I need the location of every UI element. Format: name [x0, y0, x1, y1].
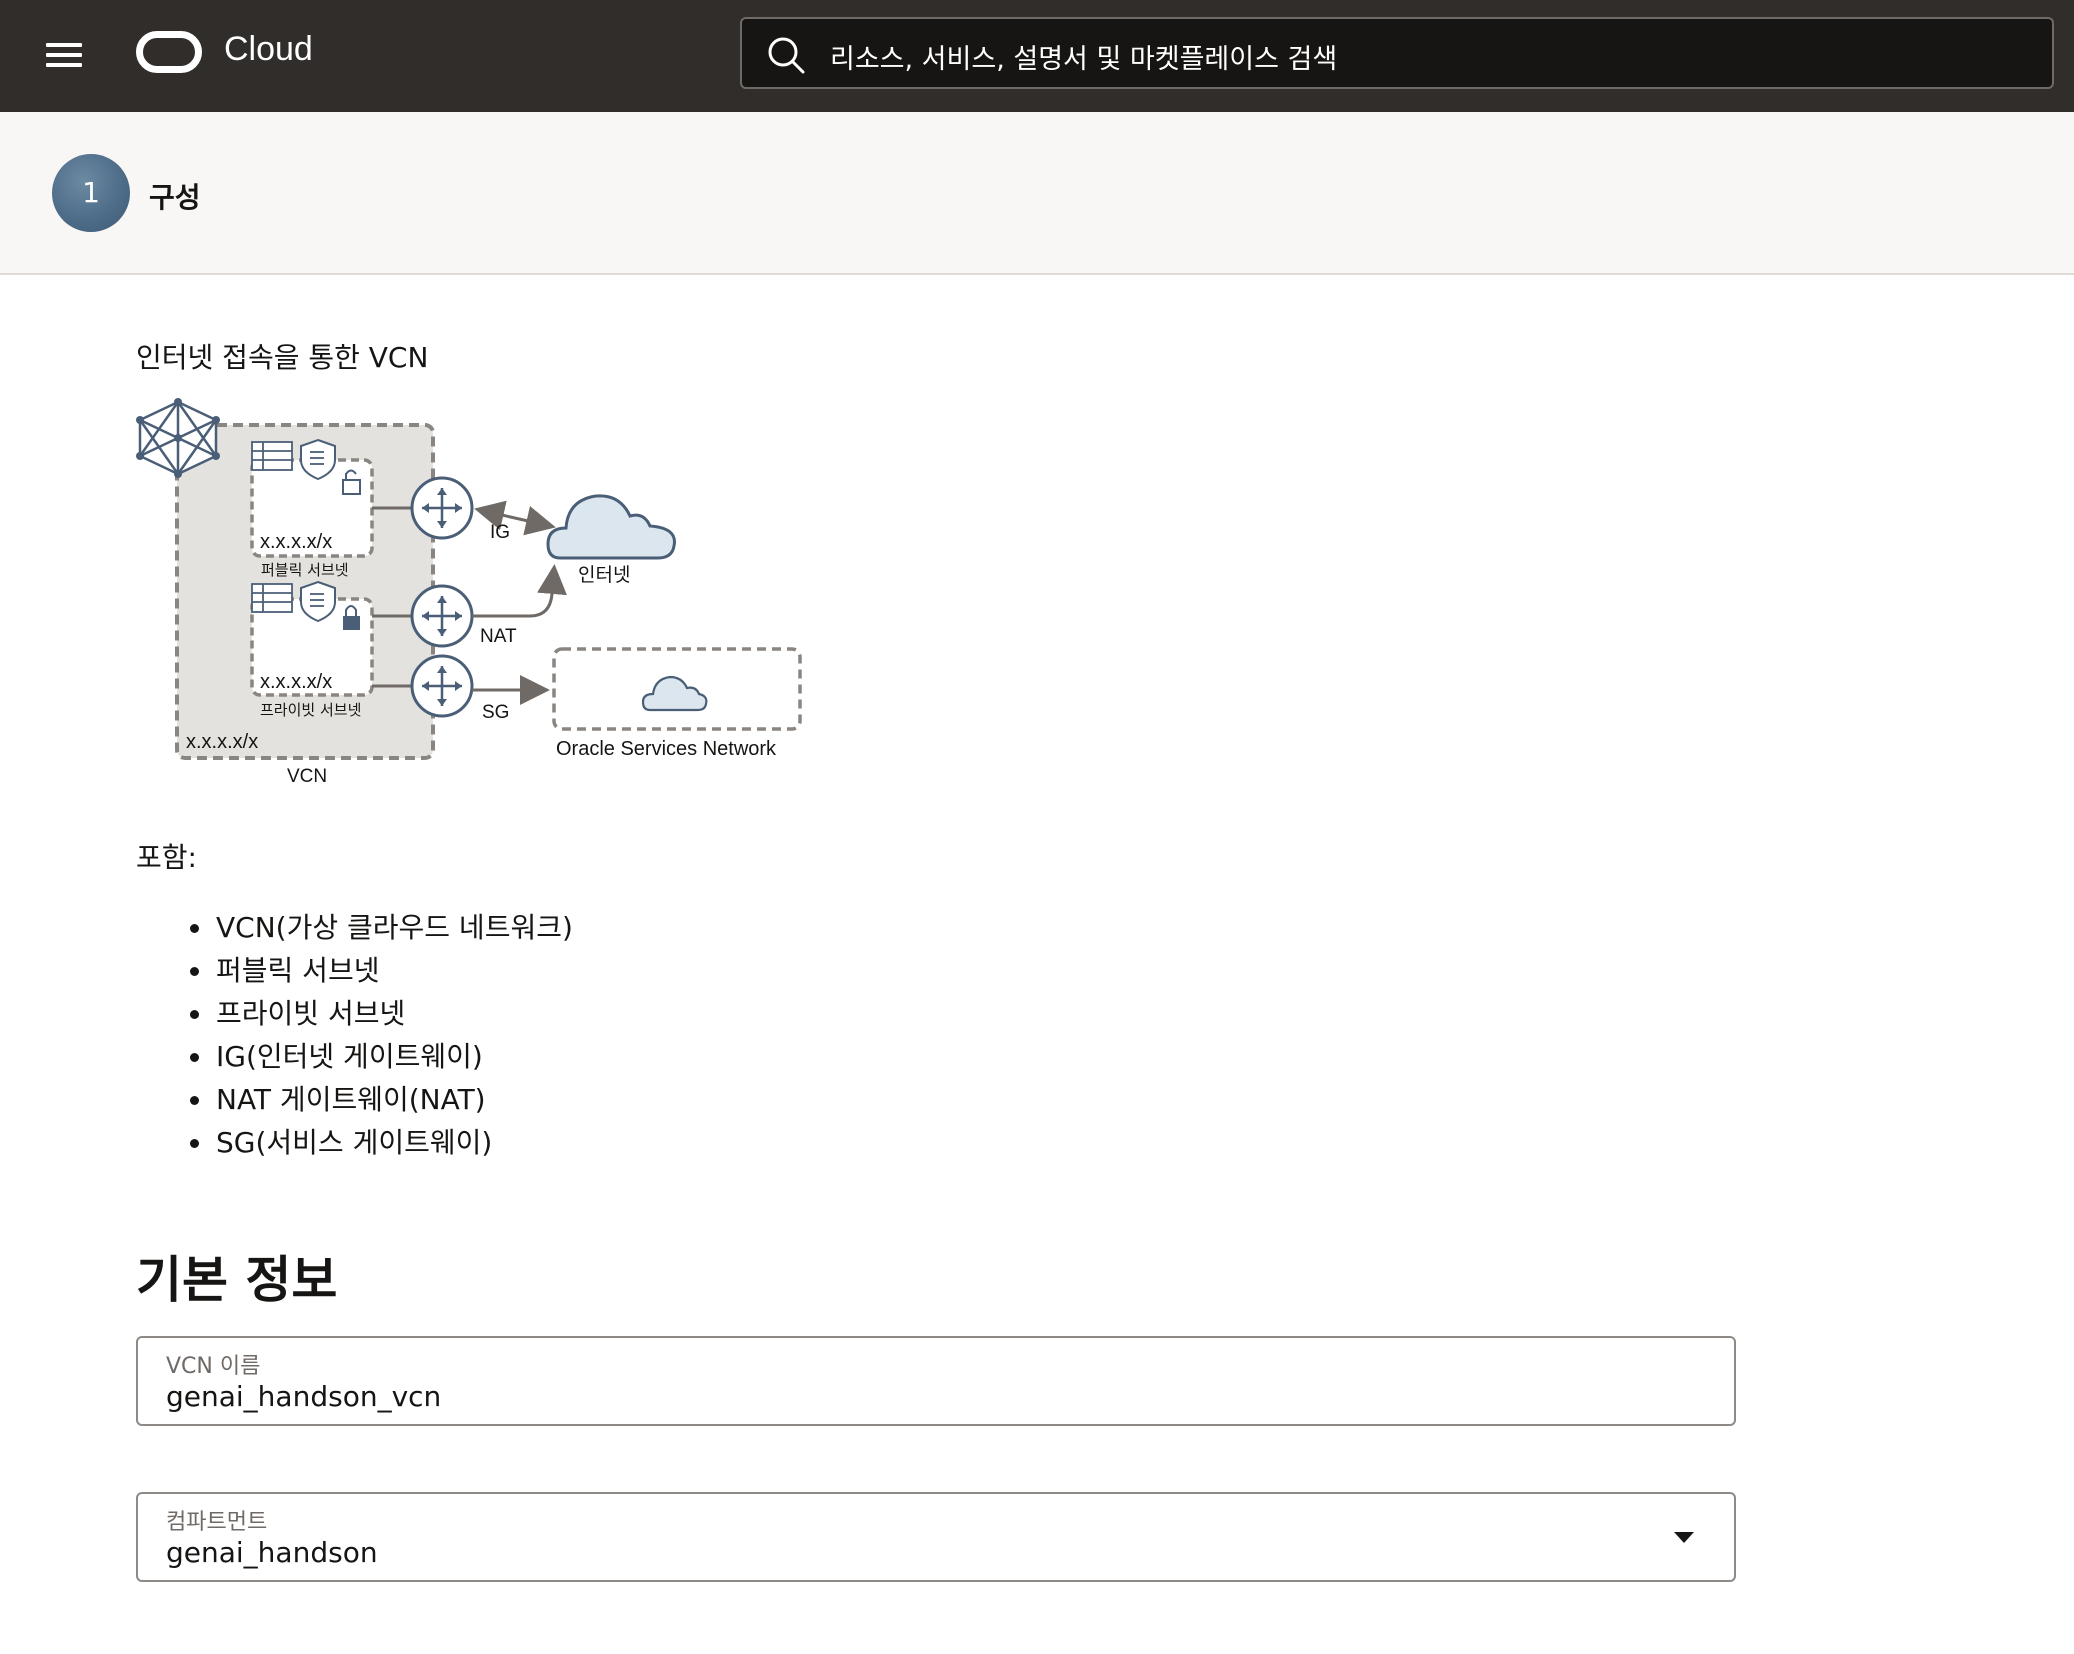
step-number-badge: 1 [52, 154, 130, 232]
internet-cloud-icon [546, 494, 676, 560]
vcn-architecture-diagram: x.x.x.x/x 퍼블릭 서브넷 x.x.x.x/x 프라이빗 서브넷 x.x… [136, 398, 802, 787]
search-placeholder: 리소스, 서비스, 설명서 및 마켓플레이스 검색 [830, 44, 1338, 75]
search-icon [768, 37, 805, 74]
ig-label: IG [490, 522, 510, 543]
list-item: IG(인터넷 게이트웨이) [190, 1035, 573, 1078]
nat-label: NAT [480, 626, 517, 647]
compartment-label: 컴파트먼트 [166, 1510, 268, 1535]
basic-info-heading: 기본 정보 [136, 1251, 338, 1309]
top-navigation-bar: Cloud 리소스, 서비스, 설명서 및 마켓플레이스 검색 [0, 0, 2074, 112]
route-table-icon [251, 441, 293, 471]
includes-list: VCN(가상 클라우드 네트워크) 퍼블릭 서브넷 프라이빗 서브넷 IG(인터… [190, 906, 573, 1164]
public-subnet-cidr: x.x.x.x/x [260, 531, 332, 553]
private-subnet-cidr: x.x.x.x/x [260, 671, 332, 693]
vcn-name-value[interactable]: genai_handson_vcn [166, 1380, 441, 1413]
search-input[interactable]: 리소스, 서비스, 설명서 및 마켓플레이스 검색 [740, 17, 2054, 89]
public-subnet-label: 퍼블릭 서브넷 [261, 561, 349, 579]
list-item: VCN(가상 클라우드 네트워크) [190, 906, 573, 949]
list-item: 프라이빗 서브넷 [190, 992, 573, 1035]
vcn-cidr: x.x.x.x/x [186, 731, 258, 753]
step-header: 1 구성 [0, 112, 2074, 275]
includes-label: 포함: [136, 841, 197, 874]
private-subnet-label: 프라이빗 서브넷 [260, 701, 361, 719]
brand-name[interactable]: Cloud [224, 30, 313, 69]
internet-gateway-icon [410, 476, 474, 540]
diagram-title: 인터넷 접속을 통한 VCN [136, 341, 429, 374]
osn-label: Oracle Services Network [556, 738, 777, 760]
list-item: 퍼블릭 서브넷 [190, 949, 573, 992]
sg-label: SG [482, 702, 509, 723]
compartment-value: genai_handson [166, 1536, 378, 1569]
vcn-label: VCN [287, 766, 327, 787]
step-label: 구성 [149, 181, 201, 214]
nat-gateway-icon [410, 584, 474, 648]
internet-label: 인터넷 [578, 564, 630, 586]
service-gateway-icon [410, 654, 474, 718]
menu-icon[interactable] [46, 40, 82, 70]
oracle-logo-icon[interactable] [136, 31, 202, 73]
list-item: SG(서비스 게이트웨이) [190, 1121, 573, 1164]
compartment-select[interactable]: 컴파트먼트 genai_handson [136, 1492, 1736, 1582]
vcn-name-label: VCN 이름 [166, 1354, 261, 1379]
chevron-down-icon[interactable] [1674, 1532, 1694, 1543]
list-item: NAT 게이트웨이(NAT) [190, 1078, 573, 1121]
vcn-name-field[interactable]: VCN 이름 genai_handson_vcn [136, 1336, 1736, 1426]
